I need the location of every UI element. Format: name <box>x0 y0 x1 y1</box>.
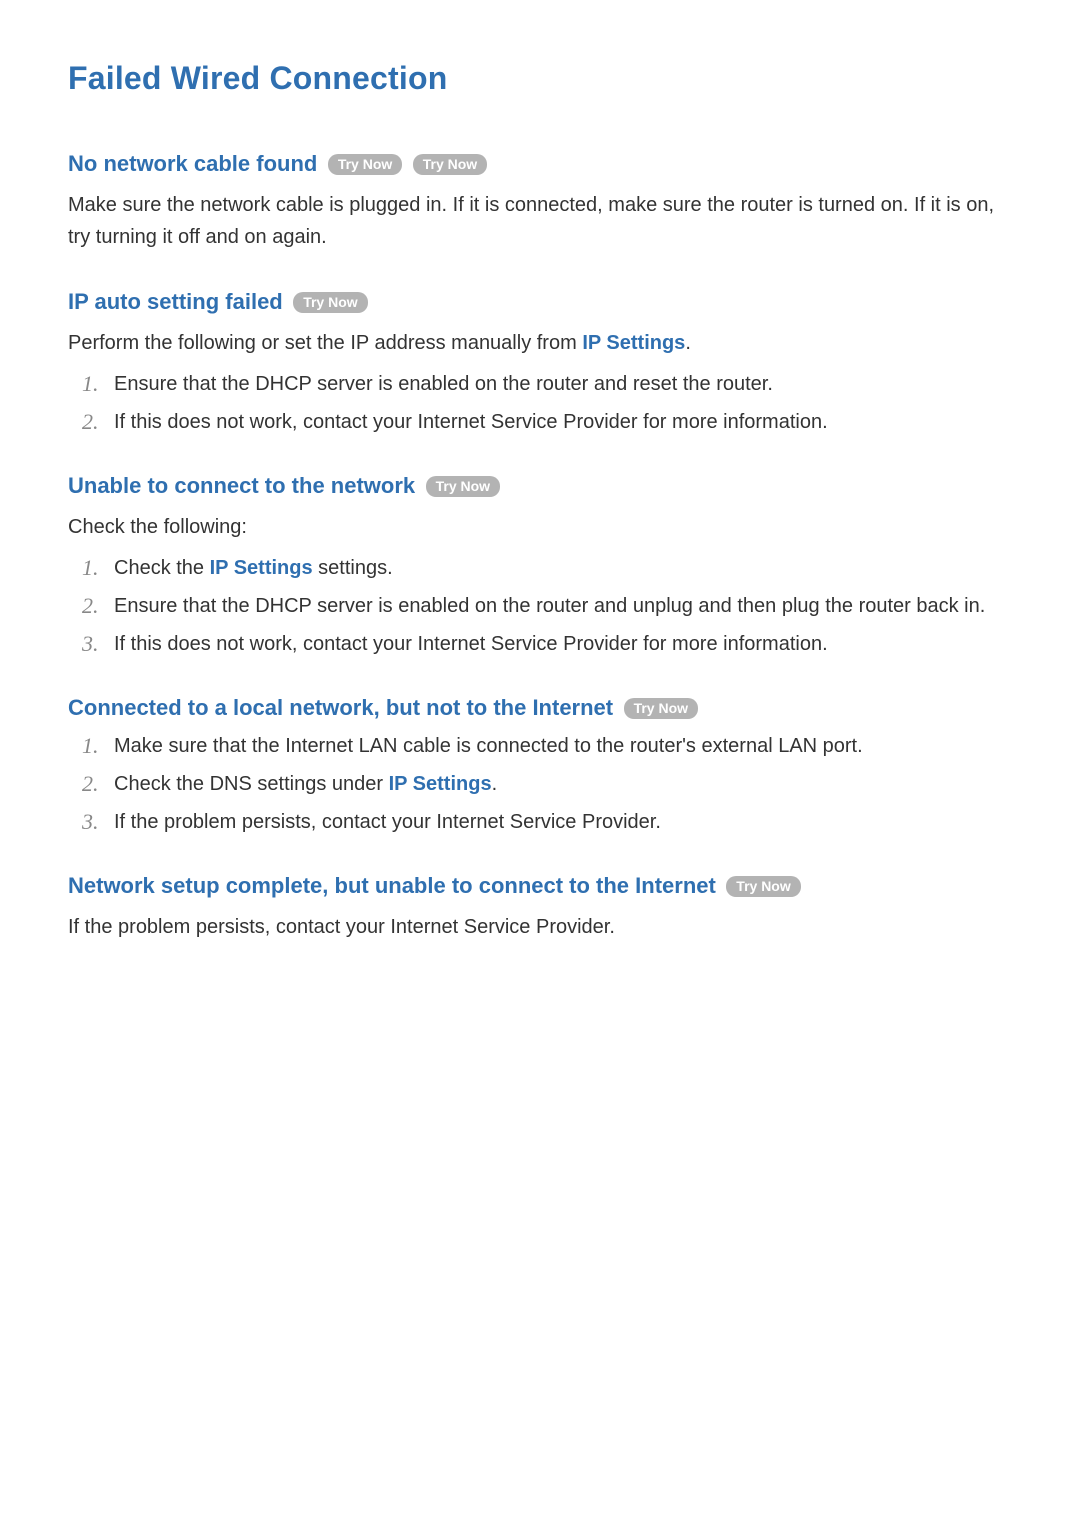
document-page: Failed Wired Connection No network cable… <box>0 0 1080 1039</box>
section-heading-row: Connected to a local network, but not to… <box>68 695 1012 721</box>
section-title: Connected to a local network, but not to… <box>68 695 613 720</box>
try-now-button[interactable]: Try Now <box>726 876 800 897</box>
list-text: Ensure that the DHCP server is enabled o… <box>114 373 773 395</box>
section-intro: Perform the following or set the IP addr… <box>68 327 1012 359</box>
ordered-list: 1. Ensure that the DHCP server is enable… <box>82 369 1012 437</box>
list-item: 2. If this does not work, contact your I… <box>82 407 1012 437</box>
list-text: If this does not work, contact your Inte… <box>114 633 828 655</box>
list-number-icon: 2. <box>82 591 99 621</box>
text-fragment: . <box>685 332 691 354</box>
list-number-icon: 3. <box>82 807 99 837</box>
try-now-button[interactable]: Try Now <box>426 476 500 497</box>
section-title: IP auto setting failed <box>68 289 283 314</box>
ip-settings-link[interactable]: IP Settings <box>210 557 313 579</box>
page-title: Failed Wired Connection <box>68 60 1012 97</box>
list-number-icon: 3. <box>82 629 99 659</box>
section-title: No network cable found <box>68 151 317 176</box>
list-item: 1. Check the IP Settings settings. <box>82 553 1012 583</box>
section-title: Unable to connect to the network <box>68 473 415 498</box>
list-item: 3. If the problem persists, contact your… <box>82 807 1012 837</box>
section-body: Make sure the network cable is plugged i… <box>68 189 1012 253</box>
list-number-icon: 1. <box>82 553 99 583</box>
try-now-button[interactable]: Try Now <box>413 154 487 175</box>
text-fragment: Check the <box>114 557 210 579</box>
text-fragment: settings. <box>313 557 393 579</box>
try-now-button[interactable]: Try Now <box>293 292 367 313</box>
ordered-list: 1. Check the IP Settings settings. 2. En… <box>82 553 1012 659</box>
section-heading-row: No network cable found Try Now Try Now <box>68 151 1012 177</box>
list-number-icon: 1. <box>82 731 99 761</box>
list-item: 2. Check the DNS settings under IP Setti… <box>82 769 1012 799</box>
list-item: 3. If this does not work, contact your I… <box>82 629 1012 659</box>
try-now-button[interactable]: Try Now <box>328 154 402 175</box>
section-heading-row: Unable to connect to the network Try Now <box>68 473 1012 499</box>
list-item: 2. Ensure that the DHCP server is enable… <box>82 591 1012 621</box>
ip-settings-link[interactable]: IP Settings <box>582 332 685 354</box>
ordered-list: 1. Make sure that the Internet LAN cable… <box>82 731 1012 837</box>
section-heading-row: Network setup complete, but unable to co… <box>68 873 1012 899</box>
list-number-icon: 2. <box>82 769 99 799</box>
section-setup-complete: Network setup complete, but unable to co… <box>68 873 1012 943</box>
section-unable-connect: Unable to connect to the network Try Now… <box>68 473 1012 659</box>
section-heading-row: IP auto setting failed Try Now <box>68 289 1012 315</box>
section-no-network-cable: No network cable found Try Now Try Now M… <box>68 151 1012 253</box>
list-text: Ensure that the DHCP server is enabled o… <box>114 595 985 617</box>
try-now-button[interactable]: Try Now <box>624 698 698 719</box>
list-item: 1. Ensure that the DHCP server is enable… <box>82 369 1012 399</box>
section-body: If the problem persists, contact your In… <box>68 911 1012 943</box>
text-fragment: . <box>492 773 498 795</box>
list-text: If the problem persists, contact your In… <box>114 811 661 833</box>
list-number-icon: 2. <box>82 407 99 437</box>
text-fragment: Check the DNS settings under <box>114 773 389 795</box>
list-text: Make sure that the Internet LAN cable is… <box>114 735 863 757</box>
section-intro: Check the following: <box>68 511 1012 543</box>
list-item: 1. Make sure that the Internet LAN cable… <box>82 731 1012 761</box>
list-number-icon: 1. <box>82 369 99 399</box>
ip-settings-link[interactable]: IP Settings <box>389 773 492 795</box>
list-text: If this does not work, contact your Inte… <box>114 411 828 433</box>
section-title: Network setup complete, but unable to co… <box>68 873 716 898</box>
section-ip-auto-failed: IP auto setting failed Try Now Perform t… <box>68 289 1012 437</box>
text-fragment: Perform the following or set the IP addr… <box>68 332 582 354</box>
section-local-not-internet: Connected to a local network, but not to… <box>68 695 1012 837</box>
